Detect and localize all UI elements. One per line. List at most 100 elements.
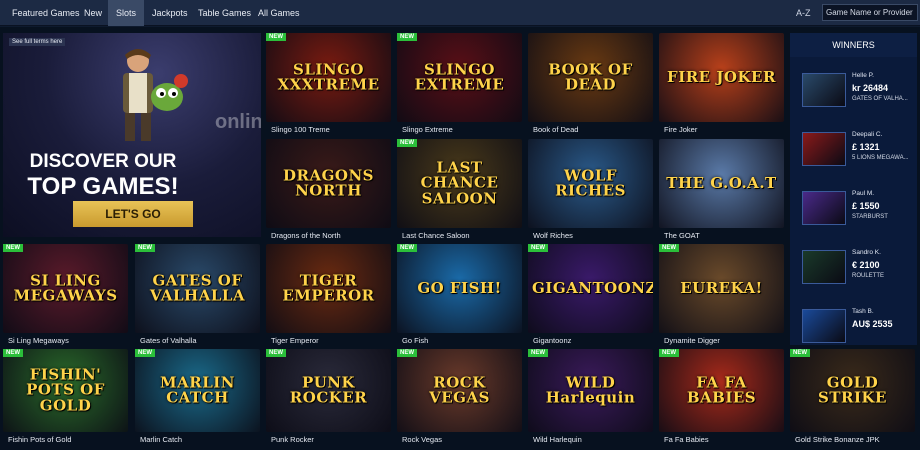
game-thumbnail[interactable]: THE G.O.A.T bbox=[659, 139, 784, 228]
game-title[interactable]: Dragons of the North bbox=[271, 231, 341, 240]
game-tile[interactable]: GATES OF VALHALLA NEW Gates of Valhalla bbox=[135, 244, 260, 347]
game-thumbnail[interactable]: SLINGO EXTREME bbox=[397, 33, 522, 122]
game-tile[interactable]: WILD Harlequin NEW Wild Harlequin bbox=[528, 349, 653, 447]
game-tile[interactable]: SLINGO XXXTREME NEW Slingo 100 Treme bbox=[266, 33, 391, 136]
game-logo-text: ROCK VEGAS bbox=[429, 372, 490, 407]
game-logo-text: GO FISH! bbox=[417, 278, 502, 297]
game-title[interactable]: Punk Rocker bbox=[271, 435, 314, 444]
tab-new[interactable]: New bbox=[76, 0, 110, 26]
game-title[interactable]: Wolf Riches bbox=[533, 231, 573, 240]
game-tile[interactable]: EUREKA! NEW Dynamite Digger bbox=[659, 244, 784, 347]
game-thumbnail[interactable]: EUREKA! bbox=[659, 244, 784, 333]
winner-item[interactable]: Paul M. £ 1550 STARBURST bbox=[790, 185, 917, 235]
game-logo-text: BOOK OF DEAD bbox=[548, 59, 633, 94]
game-title[interactable]: Dynamite Digger bbox=[664, 336, 720, 345]
winner-game-thumbnail[interactable] bbox=[802, 132, 846, 166]
winner-game: STARBURST bbox=[852, 214, 888, 220]
game-title[interactable]: Fa Fa Babies bbox=[664, 435, 709, 444]
winner-game-thumbnail[interactable] bbox=[802, 309, 846, 343]
winner-item[interactable]: Sandro K. € 2100 ROULETTE bbox=[790, 244, 917, 294]
game-title[interactable]: Book of Dead bbox=[533, 125, 578, 134]
game-thumbnail[interactable]: SLINGO XXXTREME bbox=[266, 33, 391, 122]
game-thumbnail[interactable]: WOLF RICHES bbox=[528, 139, 653, 228]
game-tile[interactable]: GO FISH! NEW Go Fish bbox=[397, 244, 522, 347]
game-thumbnail[interactable]: MARLIN CATCH bbox=[135, 349, 260, 432]
game-title[interactable]: Fire Joker bbox=[664, 125, 697, 134]
game-tile[interactable]: SI LING MEGAWAYS NEW Si Ling Megaways bbox=[3, 244, 128, 347]
winners-heading: WINNERS bbox=[790, 33, 917, 57]
winner-item[interactable]: Deepali C. £ 1321 5 LIONS MEGAWA... bbox=[790, 126, 917, 176]
game-thumbnail[interactable]: WILD Harlequin bbox=[528, 349, 653, 432]
game-logo-text: GOLD STRIKE bbox=[818, 372, 887, 407]
game-thumbnail[interactable]: LAST CHANCE SALOON bbox=[397, 139, 522, 228]
tab-all-games[interactable]: All Games bbox=[250, 0, 308, 26]
game-title[interactable]: Gates of Valhalla bbox=[140, 336, 197, 345]
game-tile[interactable]: WOLF RICHES Wolf Riches bbox=[528, 139, 653, 242]
game-logo-text: LAST CHANCE SALOON bbox=[420, 157, 499, 208]
promo-banner[interactable]: See full terms here onlineslot DISCOVER … bbox=[3, 33, 261, 237]
winner-name: Paul M. bbox=[852, 190, 875, 197]
game-tile[interactable]: MARLIN CATCH NEW Marlin Catch bbox=[135, 349, 260, 447]
game-tile[interactable]: ROCK VEGAS NEW Rock Vegas bbox=[397, 349, 522, 447]
winner-item[interactable]: Tash B. AU$ 2535 bbox=[790, 303, 917, 345]
game-thumbnail[interactable]: ROCK VEGAS bbox=[397, 349, 522, 432]
search-input[interactable] bbox=[822, 4, 918, 21]
lets-go-button[interactable]: LET'S GO bbox=[73, 201, 193, 227]
game-logo-text: FA FA BABIES bbox=[686, 372, 757, 407]
game-title[interactable]: Si Ling Megaways bbox=[8, 336, 69, 345]
game-title[interactable]: The GOAT bbox=[664, 231, 700, 240]
winner-item[interactable]: Helle P. kr 26484 GATES OF VALHA... bbox=[790, 67, 917, 117]
game-thumbnail[interactable]: TIGER EMPEROR bbox=[266, 244, 391, 333]
game-tile[interactable]: FISHIN' POTS OF GOLD NEW Fishin Pots of Go… bbox=[3, 349, 128, 447]
game-thumbnail[interactable]: FISHIN' POTS OF GOLD bbox=[3, 349, 128, 432]
winner-game-thumbnail[interactable] bbox=[802, 250, 846, 284]
game-title[interactable]: Slingo Extreme bbox=[402, 125, 453, 134]
winner-game: ROULETTE bbox=[852, 273, 885, 279]
game-tile[interactable]: SLINGO EXTREME NEW Slingo Extreme bbox=[397, 33, 522, 136]
tab-jackpots[interactable]: Jackpots bbox=[144, 0, 196, 26]
tab-slots[interactable]: Slots bbox=[108, 0, 145, 26]
new-badge: NEW bbox=[528, 244, 548, 252]
game-title[interactable]: Fishin Pots of Gold bbox=[8, 435, 71, 444]
tab-featured-games[interactable]: Featured Games bbox=[4, 0, 88, 26]
game-tile[interactable]: DRAGONS NORTH Dragons of the North bbox=[266, 139, 391, 242]
game-thumbnail[interactable]: SI LING MEGAWAYS bbox=[3, 244, 128, 333]
winner-amount: £ 1550 bbox=[852, 201, 880, 211]
game-thumbnail[interactable]: FA FA BABIES bbox=[659, 349, 784, 432]
winner-amount: kr 26484 bbox=[852, 83, 889, 93]
winner-game-thumbnail[interactable] bbox=[802, 73, 846, 107]
game-title[interactable]: Last Chance Saloon bbox=[402, 231, 470, 240]
game-tile[interactable]: GOLD STRIKE NEW Gold Strike Bonanze JPK bbox=[790, 349, 915, 447]
game-title[interactable]: Slingo 100 Treme bbox=[271, 125, 330, 134]
winner-name: Helle P. bbox=[852, 72, 874, 79]
winner-game-thumbnail[interactable] bbox=[802, 191, 846, 225]
game-thumbnail[interactable]: DRAGONS NORTH bbox=[266, 139, 391, 228]
terms-link[interactable]: See full terms here bbox=[9, 38, 66, 46]
game-title[interactable]: Wild Harlequin bbox=[533, 435, 582, 444]
game-thumbnail[interactable]: PUNK ROCKER bbox=[266, 349, 391, 432]
game-tile[interactable]: LAST CHANCE SALOON NEW Last Chance Saloon bbox=[397, 139, 522, 242]
game-thumbnail[interactable]: BOOK OF DEAD bbox=[528, 33, 653, 122]
game-tile[interactable]: FA FA BABIES NEW Fa Fa Babies bbox=[659, 349, 784, 447]
game-tile[interactable]: THE G.O.A.T The GOAT bbox=[659, 139, 784, 242]
game-title[interactable]: Gold Strike Bonanze JPK bbox=[795, 435, 880, 444]
game-title[interactable]: Gigantoonz bbox=[533, 336, 571, 345]
game-title[interactable]: Tiger Emperor bbox=[271, 336, 319, 345]
game-tile[interactable]: PUNK ROCKER NEW Punk Rocker bbox=[266, 349, 391, 447]
game-thumbnail[interactable]: GATES OF VALHALLA bbox=[135, 244, 260, 333]
game-tile[interactable]: FIRE JOKER Fire Joker bbox=[659, 33, 784, 136]
tab-table-games[interactable]: Table Games bbox=[190, 0, 259, 26]
game-thumbnail[interactable]: GIGANTOONZ bbox=[528, 244, 653, 333]
game-title[interactable]: Marlin Catch bbox=[140, 435, 182, 444]
game-tile[interactable]: GIGANTOONZ NEW Gigantoonz bbox=[528, 244, 653, 347]
game-thumbnail[interactable]: GOLD STRIKE bbox=[790, 349, 915, 432]
game-thumbnail[interactable]: FIRE JOKER bbox=[659, 33, 784, 122]
new-badge: NEW bbox=[659, 244, 679, 252]
game-thumbnail[interactable]: GO FISH! bbox=[397, 244, 522, 333]
game-tile[interactable]: TIGER EMPEROR Tiger Emperor bbox=[266, 244, 391, 347]
sort-a-z-button[interactable]: A-Z bbox=[796, 0, 811, 26]
game-tile[interactable]: BOOK OF DEAD Book of Dead bbox=[528, 33, 653, 136]
game-title[interactable]: Rock Vegas bbox=[402, 435, 442, 444]
new-badge: NEW bbox=[397, 244, 417, 252]
game-title[interactable]: Go Fish bbox=[402, 336, 428, 345]
